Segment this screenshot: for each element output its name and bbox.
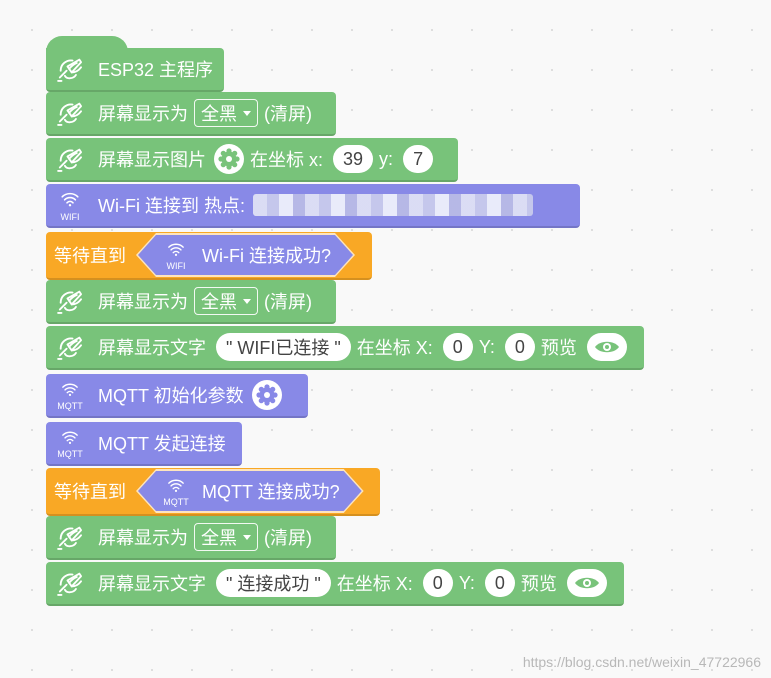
block-suffix: (清屏) <box>264 104 312 124</box>
y-label: Y: <box>458 572 475 593</box>
image-settings-button[interactable] <box>214 144 244 174</box>
condition-slot: MQTT MQTT 连接成功? <box>136 469 364 513</box>
y-label: Y: <box>478 336 495 357</box>
block-suffix: (清屏) <box>264 292 312 312</box>
text-input[interactable]: " WIFI已连接 " <box>216 333 351 361</box>
text-input[interactable]: " 连接成功 " <box>216 569 331 597</box>
screen-clear-block[interactable]: 屏幕显示为 全黑 (清屏) <box>46 516 336 560</box>
mqtt-init-block[interactable]: MQTT MQTT 初始化参数 <box>46 374 308 418</box>
x-input[interactable]: 39 <box>333 145 374 173</box>
mqtt-connect-block[interactable]: MQTT MQTT 发起连接 <box>46 422 242 466</box>
oled-icon <box>50 139 90 179</box>
mqtt-icon: MQTT <box>156 471 196 511</box>
block-label: MQTT 发起连接 <box>98 434 226 454</box>
wifi-connected-condition[interactable]: WIFI Wi-Fi 连接成功? <box>138 235 353 275</box>
mqtt-connected-condition[interactable]: MQTT MQTT 连接成功? <box>138 471 362 511</box>
block-label: ESP32 主程序 <box>98 60 214 80</box>
block-label: 等待直到 <box>54 482 126 502</box>
eye-icon[interactable] <box>566 569 607 597</box>
wifi-connect-block[interactable]: WIFI Wi-Fi 连接到 热点: <box>46 184 580 228</box>
wifi-icon: WIFI <box>50 185 90 225</box>
dropdown-value: 全黑 <box>201 528 237 548</box>
preview-label: 预览 <box>540 338 577 358</box>
mqtt-icon-text: MQTT <box>163 496 189 507</box>
block-label: Wi-Fi 连接到 热点: <box>98 196 245 216</box>
gear-icon <box>218 148 240 170</box>
block-label: 屏幕显示图片 <box>98 150 206 170</box>
oled-icon <box>50 281 90 321</box>
wifi-icon: WIFI <box>156 235 196 275</box>
dropdown-value: 全黑 <box>201 292 237 312</box>
screen-clear-block[interactable]: 屏幕显示为 全黑 (清屏) <box>46 92 336 136</box>
watermark: https://blog.csdn.net/weixin_47722966 <box>522 654 761 670</box>
oled-icon <box>50 517 90 557</box>
wifi-icon-text: WIFI <box>60 211 80 222</box>
wifi-icon-text: WIFI <box>166 260 186 271</box>
mqtt-icon-text: MQTT <box>57 400 83 411</box>
screen-text-block[interactable]: 屏幕显示文字 " WIFI已连接 " 在坐标 X: 0 Y: 0 预览 <box>46 326 644 370</box>
block-label: 屏幕显示为 <box>98 292 188 312</box>
condition-label: MQTT 连接成功? <box>202 482 340 502</box>
fill-dropdown[interactable]: 全黑 <box>194 523 258 551</box>
mqtt-icon: MQTT <box>50 375 90 415</box>
caret-down-icon <box>243 110 251 116</box>
oled-icon <box>50 327 90 367</box>
esp32-main-block[interactable]: ESP32 主程序 <box>46 36 224 92</box>
ssid-input-blurred[interactable] <box>252 194 533 216</box>
condition-slot: WIFI Wi-Fi 连接成功? <box>136 233 355 277</box>
fill-dropdown[interactable]: 全黑 <box>194 99 258 127</box>
x-input[interactable]: 0 <box>422 569 453 597</box>
caret-down-icon <box>243 534 251 540</box>
mqtt-settings-button[interactable] <box>251 380 282 410</box>
y-label: y: <box>379 148 394 169</box>
preview-label: 预览 <box>520 574 557 594</box>
condition-label: Wi-Fi 连接成功? <box>202 246 331 266</box>
x-input[interactable]: 0 <box>442 333 473 361</box>
wait-until-wifi-block[interactable]: 等待直到 WIFI Wi-Fi 连接成功? <box>46 232 372 280</box>
hat-cap <box>46 36 128 52</box>
mqtt-icon-text: MQTT <box>57 448 83 459</box>
coord-label: 在坐标 X: <box>356 338 433 358</box>
block-label: 屏幕显示文字 <box>98 338 206 358</box>
oled-icon <box>50 49 90 89</box>
caret-down-icon <box>243 298 251 304</box>
block-label: MQTT 初始化参数 <box>98 386 244 406</box>
block-label: 屏幕显示为 <box>98 528 188 548</box>
mqtt-icon: MQTT <box>50 423 90 463</box>
gear-icon <box>256 384 278 406</box>
screen-text-block[interactable]: 屏幕显示文字 " 连接成功 " 在坐标 X: 0 Y: 0 预览 <box>46 562 624 606</box>
fill-dropdown[interactable]: 全黑 <box>194 287 258 315</box>
wait-until-mqtt-block[interactable]: 等待直到 MQTT MQTT 连接成功? <box>46 468 380 516</box>
block-label: 屏幕显示文字 <box>98 574 206 594</box>
y-input[interactable]: 0 <box>504 333 535 361</box>
coord-label: 在坐标 x: <box>250 150 324 170</box>
y-input[interactable]: 0 <box>484 569 515 597</box>
eye-icon[interactable] <box>586 333 627 361</box>
oled-icon <box>50 93 90 133</box>
block-label: 屏幕显示为 <box>98 104 188 124</box>
dropdown-value: 全黑 <box>201 104 237 124</box>
coord-label: 在坐标 X: <box>336 574 413 594</box>
screen-image-block[interactable]: 屏幕显示图片 在坐标 x: 39 y: 7 <box>46 138 458 182</box>
oled-icon <box>50 563 90 603</box>
screen-clear-block[interactable]: 屏幕显示为 全黑 (清屏) <box>46 280 336 324</box>
y-input[interactable]: 7 <box>403 145 434 173</box>
block-label: 等待直到 <box>54 246 126 266</box>
block-suffix: (清屏) <box>264 528 312 548</box>
